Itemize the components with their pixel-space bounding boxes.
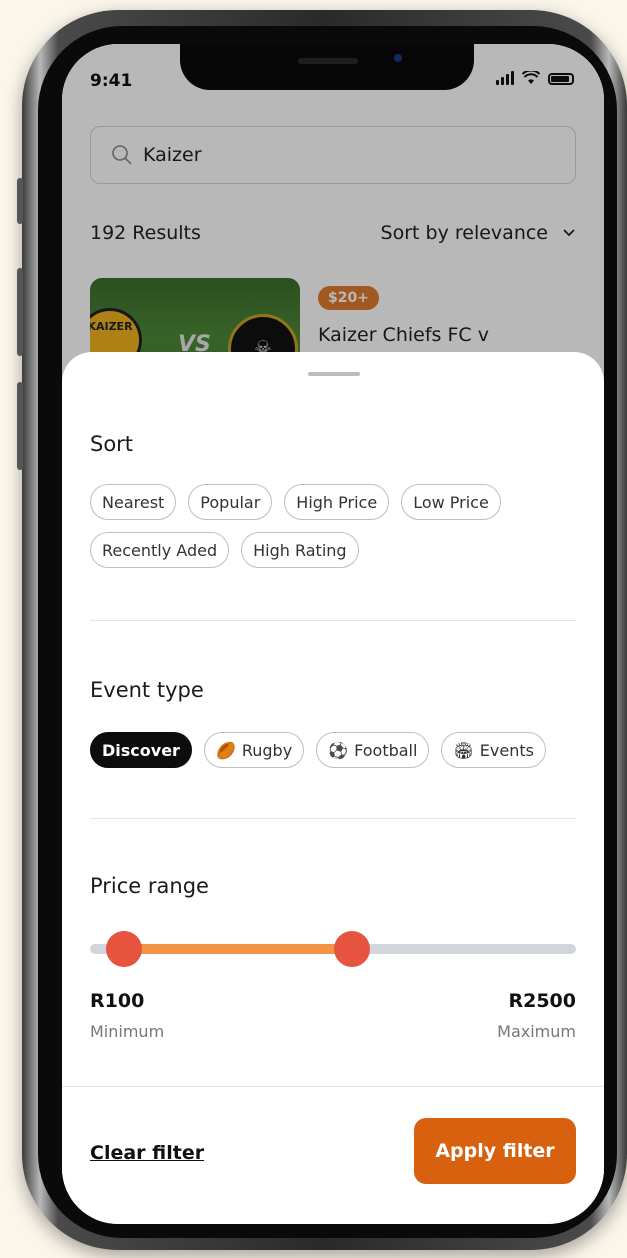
sort-chip-high-price[interactable]: High Price [284,484,390,520]
event-type-chip-rugby[interactable]: 🏉 Rugby [203,732,305,768]
price-min-label: Minimum [90,1022,165,1041]
price-max-value: R2500 [508,990,576,1012]
chip-label: Football [354,740,418,760]
phone-volume-down [17,382,23,470]
clear-filter-button[interactable]: Clear filter [90,1142,204,1164]
chip-label: Rugby [241,740,293,760]
soccer-ball-icon: ⚽ [328,740,349,760]
price-min-value: R100 [90,990,145,1012]
price-range-slider[interactable] [90,931,576,967]
phone-volume-up [17,268,23,356]
sort-chip-recently-added[interactable]: Recently Aded [90,532,230,568]
section-divider [90,620,576,621]
sort-chip-low-price[interactable]: Low Price [401,484,501,520]
event-type-options: Discover 🏉 Rugby ⚽ Football 🏟 Events [90,732,580,768]
phone-silent-switch [17,178,23,224]
chip-label: Discover [102,740,180,760]
sort-chip-nearest[interactable]: Nearest [90,484,177,520]
slider-selected-range [124,944,353,954]
chip-label: Events [479,740,534,760]
filter-bottom-sheet: Sort Nearest Popular High Price Low Pric… [62,352,604,1224]
price-range-section-title: Price range [90,874,209,898]
event-type-chip-football[interactable]: ⚽ Football [316,732,430,768]
phone-screen: 9:41 Kaizer 192 Results Sort by relevanc… [62,44,604,1224]
sort-options: Nearest Popular High Price Low Price Rec… [90,484,580,568]
sort-section-title: Sort [90,432,134,456]
event-type-chip-events[interactable]: 🏟 Events [441,732,546,768]
sort-chip-popular[interactable]: Popular [188,484,273,520]
event-type-section-title: Event type [90,678,204,702]
slider-min-thumb[interactable] [106,931,143,967]
sheet-drag-handle[interactable] [308,372,360,376]
footer-divider [62,1086,604,1087]
stadium-icon: 🏟 [453,740,474,760]
sort-chip-high-rating[interactable]: High Rating [241,532,359,568]
slider-max-thumb[interactable] [334,931,371,967]
price-max-label: Maximum [497,1022,576,1041]
event-type-chip-discover[interactable]: Discover [90,732,192,768]
section-divider [90,818,576,819]
rugby-ball-icon: 🏉 [215,740,236,760]
apply-filter-button[interactable]: Apply filter [414,1118,576,1184]
